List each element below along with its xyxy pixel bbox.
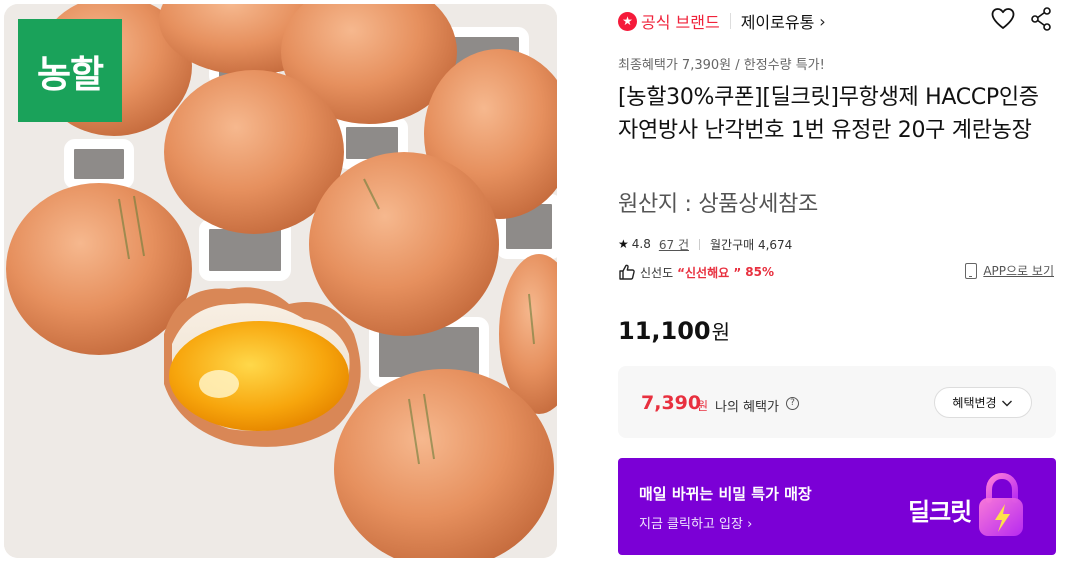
lock-icon xyxy=(979,472,1023,536)
benefit-label: 나의 혜택가 xyxy=(715,400,779,415)
rating-value: 4.8 xyxy=(631,237,651,251)
official-brand-label[interactable]: 공식 브랜드 xyxy=(641,9,720,33)
benefit-price: 7,390 xyxy=(641,392,702,414)
app-view-link[interactable]: APP으로 보기 xyxy=(965,262,1054,279)
monthly-purchase: 월간구매 4,674 xyxy=(709,237,793,252)
freshness-row: 신선도 “신선해요 ” 85% APP으로 보기 xyxy=(618,262,1056,282)
rating-star-icon: ★ xyxy=(618,237,629,251)
divider xyxy=(698,238,700,250)
chevron-down-icon xyxy=(1001,400,1012,406)
banner-subtitle: 지금 클릭하고 입장 › xyxy=(639,517,753,532)
dealcrit-banner[interactable]: 매일 바뀌는 비밀 특가 매장 지금 클릭하고 입장 › 딜크릿 xyxy=(618,458,1056,555)
product-image[interactable]: 농할 xyxy=(4,4,557,558)
change-benefit-button[interactable]: 혜택변경 xyxy=(934,387,1032,418)
price-unit: 원 xyxy=(711,320,731,344)
change-benefit-label: 혜택변경 xyxy=(952,396,997,410)
freshness-label: 신선도 xyxy=(640,265,674,280)
review-count-link[interactable]: 67 건 xyxy=(659,236,689,253)
nonghal-logo: 농할 xyxy=(18,19,122,122)
nonghal-logo-text: 농할 xyxy=(36,52,104,96)
product-title: [농할30%쿠폰][딜크릿]무항생제 HACCP인증 자연방사 난각번호 1번 … xyxy=(618,85,1039,143)
phone-icon xyxy=(965,262,978,279)
divider xyxy=(729,13,731,29)
price-value: 11,100 xyxy=(618,317,711,345)
share-icon[interactable] xyxy=(1028,6,1054,32)
heart-icon[interactable] xyxy=(990,6,1016,32)
price: 11,100원 xyxy=(618,316,730,345)
stats-row: ★ 4.8 67 건 월간구매 4,674 xyxy=(618,235,792,253)
freshness-percent: 85% xyxy=(745,265,774,279)
banner-title: 매일 바뀌는 비밀 특가 매장 xyxy=(639,485,812,503)
app-view-label: APP으로 보기 xyxy=(983,264,1054,278)
origin-text: 원산지 : 상품상세참조 xyxy=(618,192,818,217)
brand-row: ★ 공식 브랜드 제이로유통 › xyxy=(618,8,826,34)
chevron-right-icon: › xyxy=(819,11,826,31)
product-info: ★ 공식 브랜드 제이로유통 › 최종혜택가 7,390원 / 한정수량 특가!… xyxy=(618,0,1058,568)
benefit-box: 7,390 원 나의 혜택가 ? 혜택변경 xyxy=(618,366,1056,438)
dealcrit-logo-text: 딜크릿 xyxy=(908,498,972,526)
benefit-unit: 원 xyxy=(697,399,709,413)
thumbs-up-icon xyxy=(619,264,635,280)
info-icon[interactable]: ? xyxy=(786,397,799,410)
star-icon: ★ xyxy=(618,11,637,31)
freshness-quote: “신선해요 ” xyxy=(677,265,742,280)
promo-text: 최종혜택가 7,390원 / 한정수량 특가! xyxy=(618,58,825,73)
seller-link[interactable]: 제이로유통 xyxy=(741,9,815,33)
